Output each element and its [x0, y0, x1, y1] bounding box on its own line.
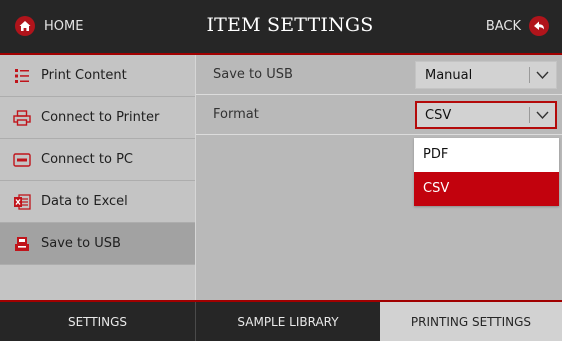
save-to-usb-select[interactable]: Manual — [415, 61, 557, 89]
dropdown-option-csv[interactable]: CSV — [414, 172, 559, 206]
chevron-down-icon — [536, 111, 549, 120]
select-value: CSV — [425, 108, 452, 123]
sidebar: Print Content Connect to Printer Connect… — [0, 55, 195, 300]
sidebar-item-label: Save to USB — [41, 236, 121, 251]
header-bar: HOME ITEM SETTINGS BACK — [0, 0, 562, 55]
list-icon — [12, 66, 32, 86]
dropdown-option-pdf[interactable]: PDF — [414, 138, 559, 172]
select-divider — [529, 67, 530, 83]
tab-sample-library[interactable]: SAMPLE LIBRARY — [196, 302, 380, 341]
sidebar-item-label: Connect to PC — [41, 152, 133, 167]
back-button[interactable]: BACK — [486, 9, 549, 43]
excel-icon — [12, 192, 32, 212]
back-label: BACK — [485, 18, 521, 34]
home-label: HOME — [44, 18, 84, 34]
usb-save-icon — [12, 234, 32, 254]
tab-settings[interactable]: SETTINGS — [0, 302, 196, 341]
select-value: Manual — [425, 68, 473, 83]
format-select[interactable]: CSV — [415, 101, 557, 129]
format-dropdown-menu: PDF CSV — [414, 138, 559, 206]
setting-row-save-to-usb: Save to USB Manual — [196, 55, 562, 95]
select-divider — [529, 107, 530, 123]
back-arrow-icon — [529, 16, 549, 36]
pc-cmd-icon — [12, 150, 32, 170]
setting-row-format: Format CSV — [196, 95, 562, 135]
tab-printing-settings[interactable]: PRINTING SETTINGS — [380, 302, 562, 341]
sidebar-item-connect-to-pc[interactable]: Connect to PC — [0, 139, 195, 181]
sidebar-item-label: Data to Excel — [41, 194, 128, 209]
sidebar-item-connect-to-printer[interactable]: Connect to Printer — [0, 97, 195, 139]
setting-label: Save to USB — [213, 67, 293, 82]
chevron-down-icon — [536, 71, 549, 80]
home-icon — [15, 16, 35, 36]
page-title: ITEM SETTINGS — [206, 14, 374, 36]
sidebar-item-save-to-usb[interactable]: Save to USB — [0, 223, 195, 265]
home-button[interactable]: HOME — [15, 9, 83, 43]
sidebar-item-data-to-excel[interactable]: Data to Excel — [0, 181, 195, 223]
sidebar-item-print-content[interactable]: Print Content — [0, 55, 195, 97]
bottom-tab-bar: SETTINGS SAMPLE LIBRARY PRINTING SETTING… — [0, 300, 562, 341]
printer-icon — [12, 108, 32, 128]
sidebar-item-label: Print Content — [41, 68, 127, 83]
sidebar-item-label: Connect to Printer — [41, 110, 160, 125]
setting-label: Format — [213, 107, 259, 122]
